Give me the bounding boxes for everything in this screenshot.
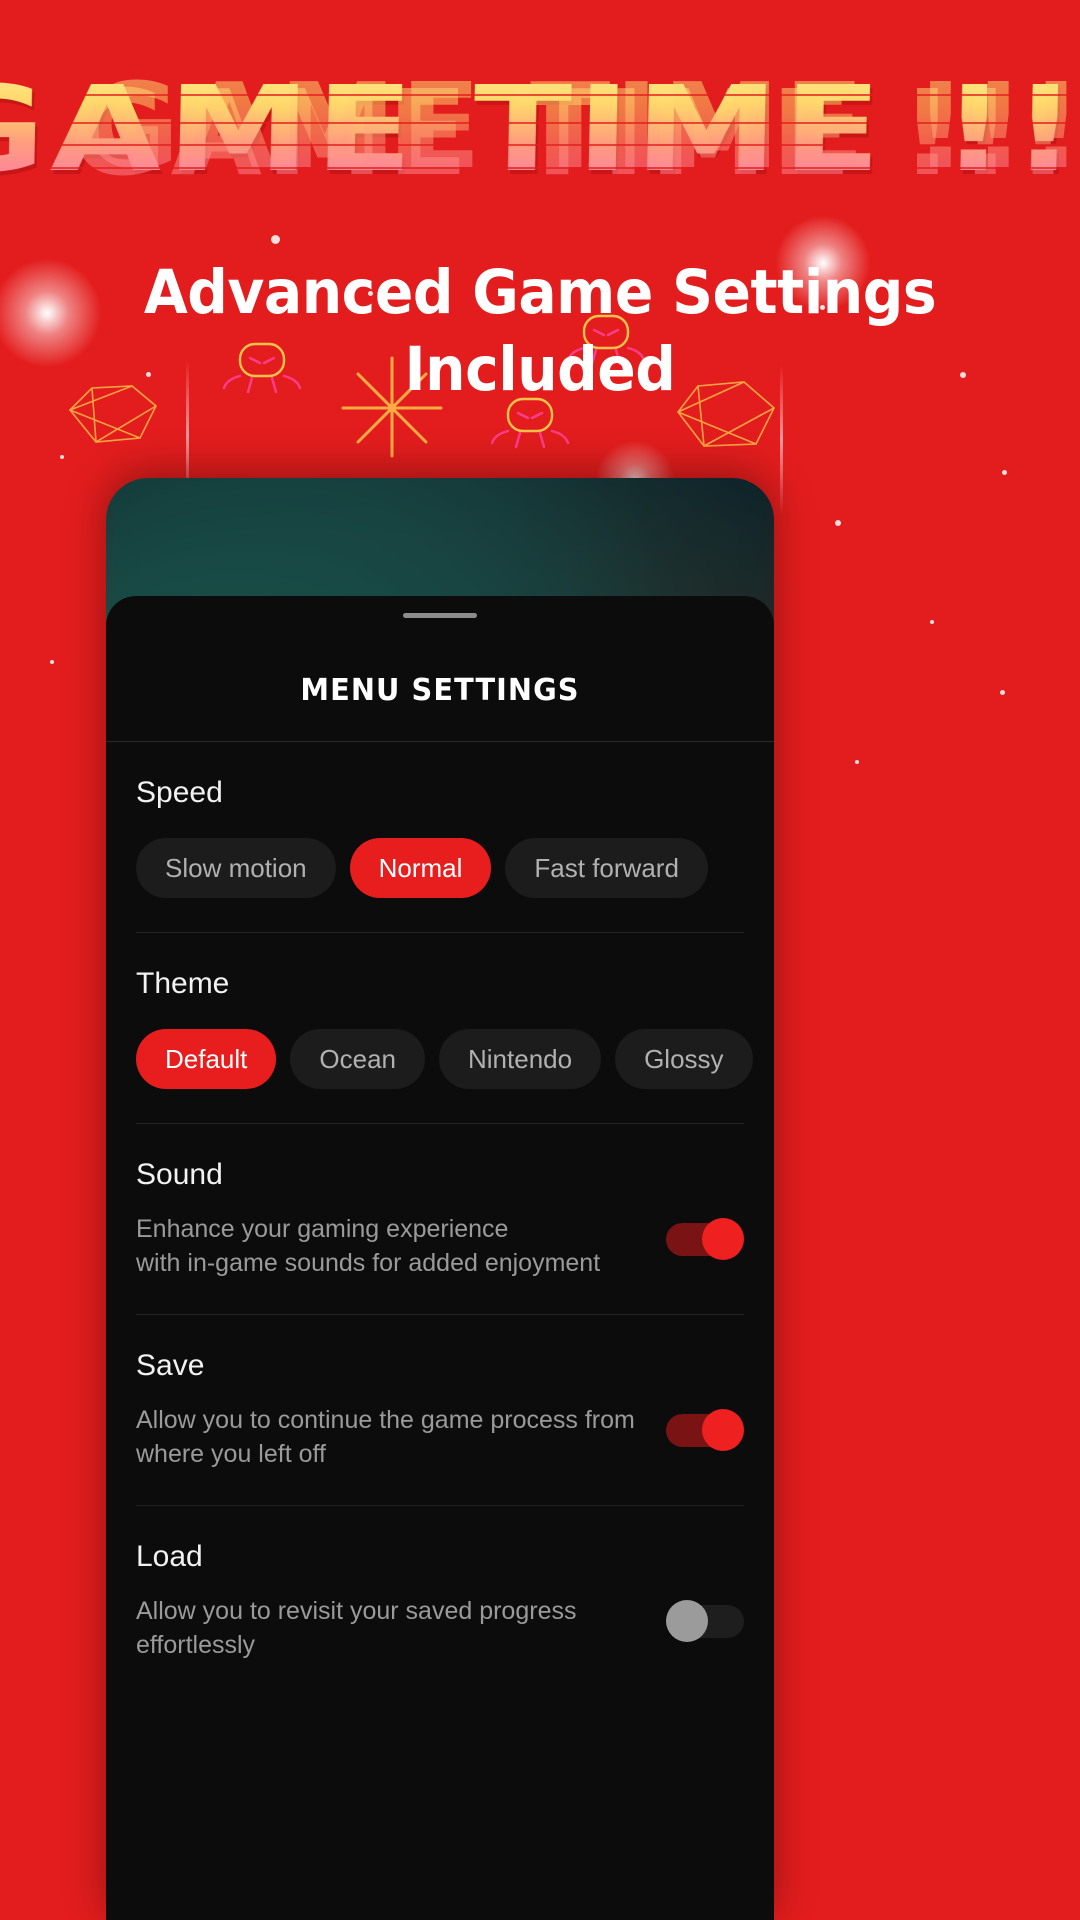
scanline-decoration [37, 94, 1080, 96]
sound-description: Enhance your gaming experience with in-g… [136, 1215, 601, 1277]
star-decoration [835, 520, 841, 526]
speed-option-slow-motion[interactable]: Slow motion [136, 838, 336, 898]
load-label: Load [136, 1540, 203, 1573]
star-decoration [60, 455, 64, 459]
speed-option-fast-forward[interactable]: Fast forward [505, 838, 708, 898]
section-save: Save Allow you to continue the game proc… [106, 1315, 774, 1505]
save-description: Allow you to continue the game process f… [136, 1406, 635, 1468]
speed-option-normal[interactable]: Normal [349, 838, 492, 898]
speed-options: Slow motion Normal Fast forward [136, 838, 744, 898]
star-decoration [930, 620, 934, 624]
star-decoration [855, 760, 859, 764]
save-label: Save [136, 1349, 205, 1382]
sound-label: Sound [136, 1158, 223, 1191]
menu-settings-sheet: MENU SETTINGS Speed Slow motion Normal F… [106, 596, 774, 1920]
subtitle-line-2: Included [404, 333, 676, 405]
star-decoration [1002, 470, 1007, 475]
toggle-knob [702, 1218, 744, 1260]
hero-subtitle: Advanced Game Settings Included [38, 255, 1042, 409]
scanline-decoration [37, 122, 1080, 124]
theme-option-ocean[interactable]: Ocean [290, 1029, 425, 1089]
star-decoration [50, 660, 54, 664]
sheet-title: MENU SETTINGS [300, 673, 580, 708]
phone-mockup: MENU SETTINGS Speed Slow motion Normal F… [106, 478, 774, 1920]
save-toggle[interactable] [666, 1409, 744, 1451]
load-toggle[interactable] [666, 1600, 744, 1642]
theme-option-default[interactable]: Default [136, 1029, 277, 1089]
page-title: GAME TIME !!! [0, 60, 1080, 198]
scanline-decoration [37, 167, 1080, 169]
section-sound: Sound Enhance your gaming experience wit… [106, 1124, 774, 1314]
theme-options: Default Ocean Nintendo Glossy [136, 1029, 753, 1089]
speed-label: Speed [136, 776, 223, 809]
star-decoration [271, 235, 280, 244]
theme-option-glossy[interactable]: Glossy [615, 1029, 753, 1089]
theme-label: Theme [136, 967, 230, 1000]
section-speed: Speed Slow motion Normal Fast forward [106, 742, 774, 932]
theme-option-nintendo[interactable]: Nintendo [439, 1029, 602, 1089]
load-description: Allow you to revisit your saved progress… [136, 1597, 577, 1659]
sound-toggle[interactable] [666, 1218, 744, 1260]
hero-title-block: GAME TIME !!! GAME TIME !!! GAME TIME !!… [0, 60, 1080, 198]
scanline-decoration [37, 144, 1080, 146]
toggle-knob [702, 1409, 744, 1451]
star-decoration [1000, 690, 1005, 695]
section-load: Load Allow you to revisit your saved pro… [106, 1506, 774, 1696]
toggle-knob [666, 1600, 708, 1642]
section-theme: Theme Default Ocean Nintendo Glossy [106, 933, 774, 1123]
subtitle-line-1: Advanced Game Settings [143, 257, 937, 328]
